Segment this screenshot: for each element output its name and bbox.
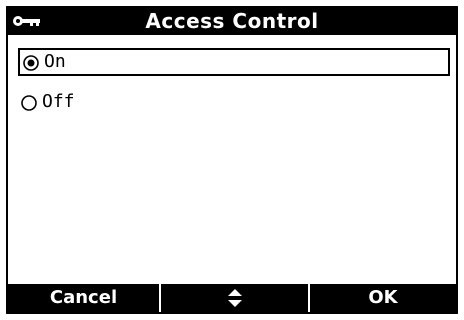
option-off[interactable]: Off (18, 90, 450, 118)
title-bar: Access Control (8, 8, 456, 35)
radio-selected-icon[interactable] (22, 54, 40, 72)
softkey-bar: Cancel OK (8, 284, 456, 312)
cancel-button[interactable]: Cancel (8, 284, 159, 312)
access-control-screen: Access Control On Off Cancel OK (6, 6, 458, 314)
option-on[interactable]: On (18, 48, 450, 76)
ok-button[interactable]: OK (308, 284, 456, 312)
navigate-button[interactable] (159, 284, 308, 312)
option-label-on: On (44, 51, 66, 72)
option-label-off: Off (42, 91, 75, 112)
up-down-arrows-icon (227, 289, 242, 307)
page-title: Access Control (145, 9, 319, 33)
radio-unselected-icon[interactable] (20, 94, 38, 112)
